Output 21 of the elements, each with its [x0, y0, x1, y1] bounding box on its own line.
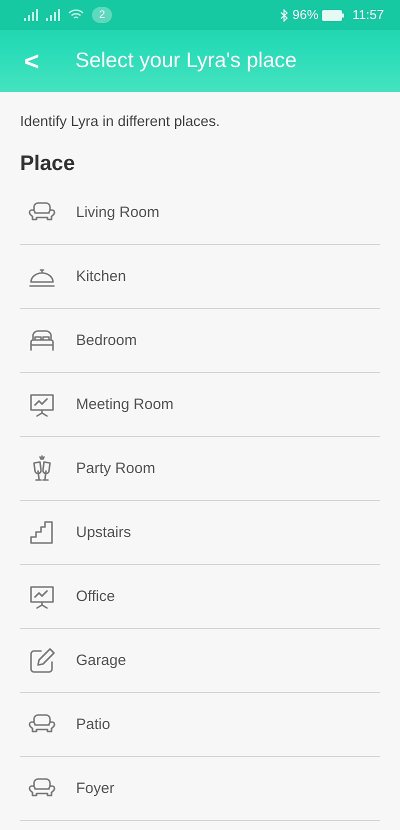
battery-icon — [322, 10, 344, 20]
place-item[interactable]: Patio — [20, 693, 380, 758]
notification-count: 2 — [92, 6, 112, 24]
place-item[interactable]: Bedroom — [20, 309, 380, 374]
place-item[interactable]: Garage — [20, 629, 380, 694]
place-item[interactable]: Party Room — [20, 437, 380, 502]
place-item[interactable]: Foyer — [20, 757, 380, 822]
place-item[interactable]: Kitchen — [20, 245, 380, 310]
signal-icon — [46, 9, 60, 21]
section-heading: Place — [19, 150, 76, 177]
place-item[interactable]: Meeting Room — [20, 373, 380, 438]
signal-icon — [24, 9, 38, 21]
intro-text: Identify Lyra in different places. — [19, 113, 221, 132]
page-title: Select your Lyra's place — [75, 48, 297, 74]
place-item[interactable]: Living Room — [20, 181, 380, 246]
bluetooth-icon — [280, 8, 288, 22]
place-item[interactable]: Office — [20, 565, 380, 630]
wifi-icon — [68, 9, 84, 21]
clock-time: 11:57 — [352, 6, 384, 24]
place-item[interactable]: Upstairs — [20, 501, 380, 566]
battery-percent: 96% — [292, 6, 318, 24]
